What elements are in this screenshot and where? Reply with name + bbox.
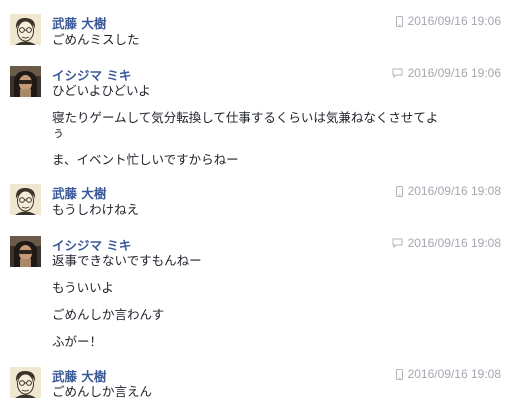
message-meta: 2016/09/16 19:06 <box>392 66 501 80</box>
message-text: ごめんしか言わんす <box>52 307 165 322</box>
message-text: 寝たりゲームして気分転換して仕事するくらいは気兼ねなくさせてよ <box>52 110 439 125</box>
message-text: ひどいよひどいよ <box>52 83 151 98</box>
chat-icon <box>392 68 403 78</box>
message-text: もうしわけねえ <box>52 202 140 217</box>
avatar[interactable] <box>10 184 41 215</box>
message-text: もういいよ <box>52 280 114 295</box>
timestamp: 2016/09/16 19:06 <box>407 14 501 28</box>
timestamp: 2016/09/16 19:08 <box>407 236 501 250</box>
message-meta: 2016/09/16 19:08 <box>392 236 501 250</box>
avatar[interactable] <box>10 367 41 398</box>
message-meta: 2016/09/16 19:08 <box>395 367 501 381</box>
message-meta: 2016/09/16 19:08 <box>395 184 501 198</box>
message-text: ふがー！ <box>52 334 103 349</box>
mobile-icon <box>395 368 403 380</box>
mobile-icon <box>395 185 403 197</box>
message-meta: 2016/09/16 19:06 <box>395 14 501 28</box>
message-text: ま、イベント忙しいですからねー <box>52 152 239 167</box>
sender-name[interactable]: 武藤 大樹 <box>52 366 106 385</box>
sender-name[interactable]: 武藤 大樹 <box>52 13 106 32</box>
avatar[interactable] <box>10 236 41 267</box>
avatar[interactable] <box>10 14 41 45</box>
message-text: ごめんミスした <box>52 32 140 47</box>
mobile-icon <box>395 15 403 27</box>
timestamp: 2016/09/16 19:08 <box>407 367 501 381</box>
chat-icon <box>392 238 403 248</box>
avatar[interactable] <box>10 66 41 97</box>
sender-name[interactable]: 武藤 大樹 <box>52 183 106 202</box>
sender-name[interactable]: イシジマ ミキ <box>52 65 131 84</box>
timestamp: 2016/09/16 19:08 <box>407 184 501 198</box>
sender-name[interactable]: イシジマ ミキ <box>52 235 131 254</box>
message-text: ぅ <box>52 125 65 140</box>
timestamp: 2016/09/16 19:06 <box>407 66 501 80</box>
message-text: ごめんしか言えん <box>52 384 153 399</box>
message-text: 返事できないですもんねー <box>52 253 202 268</box>
